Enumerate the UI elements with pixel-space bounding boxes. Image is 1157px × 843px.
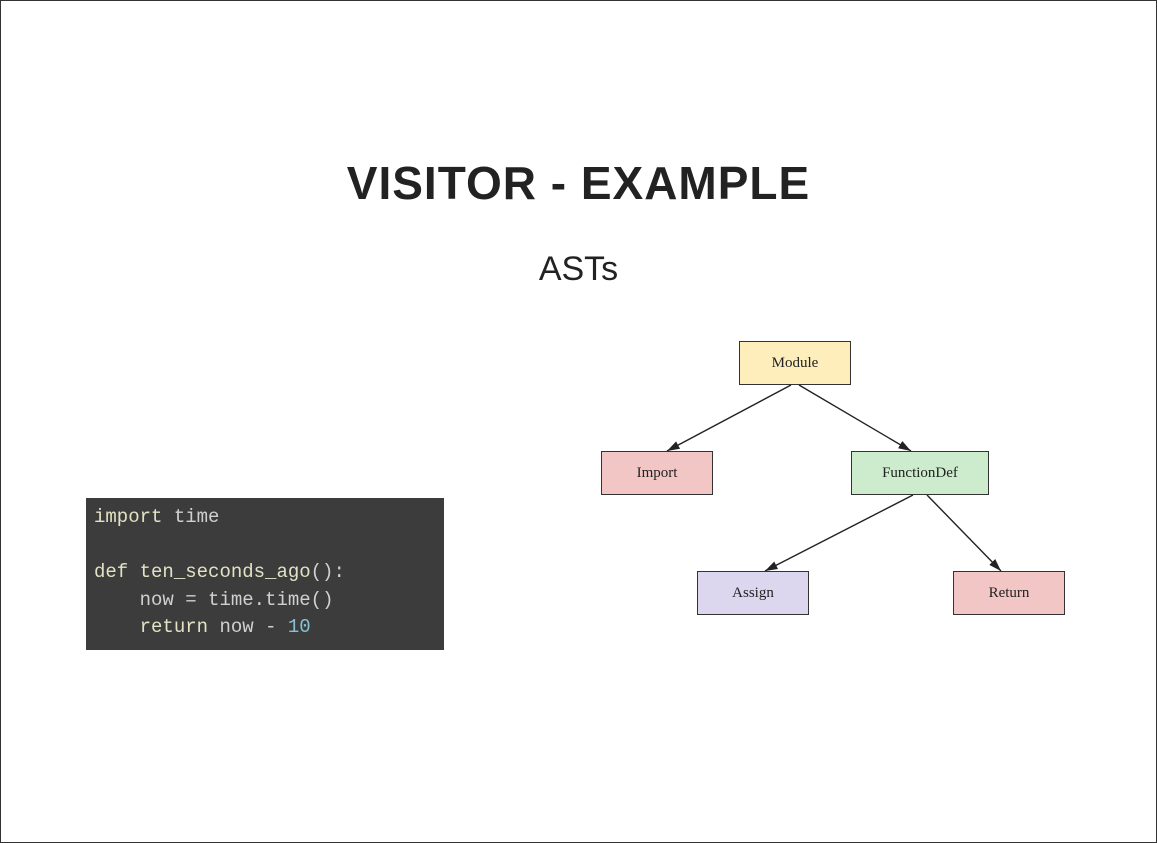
slide-subtitle: ASTs [1,250,1156,289]
code-indent [94,589,140,611]
ast-node-assign: Assign [697,571,809,615]
slide-title: VISITOR - EXAMPLE [1,156,1156,210]
code-var-now2: now [219,616,253,638]
code-equals: = [185,589,196,611]
code-var-now: now [140,589,174,611]
ast-node-module: Module [739,341,851,385]
code-module-time: time [174,506,220,528]
code-number-10: 10 [288,616,311,638]
code-call-time: time.time() [208,589,333,611]
code-minus: - [265,616,276,638]
ast-node-functiondef: FunctionDef [851,451,989,495]
ast-node-import: Import [601,451,713,495]
ast-node-return: Return [953,571,1065,615]
code-keyword-import: import [94,506,162,528]
code-function-name: ten_seconds_ago [140,561,311,583]
slide-content: import time def ten_seconds_ago(): now =… [1,331,1156,842]
code-snippet: import time def ten_seconds_ago(): now =… [86,498,444,650]
code-keyword-return: return [140,616,208,638]
ast-diagram: Module Import FunctionDef Assign Return [521,331,1101,661]
code-indent [94,616,140,638]
code-keyword-def: def [94,561,128,583]
code-paren-colon: (): [311,561,345,583]
